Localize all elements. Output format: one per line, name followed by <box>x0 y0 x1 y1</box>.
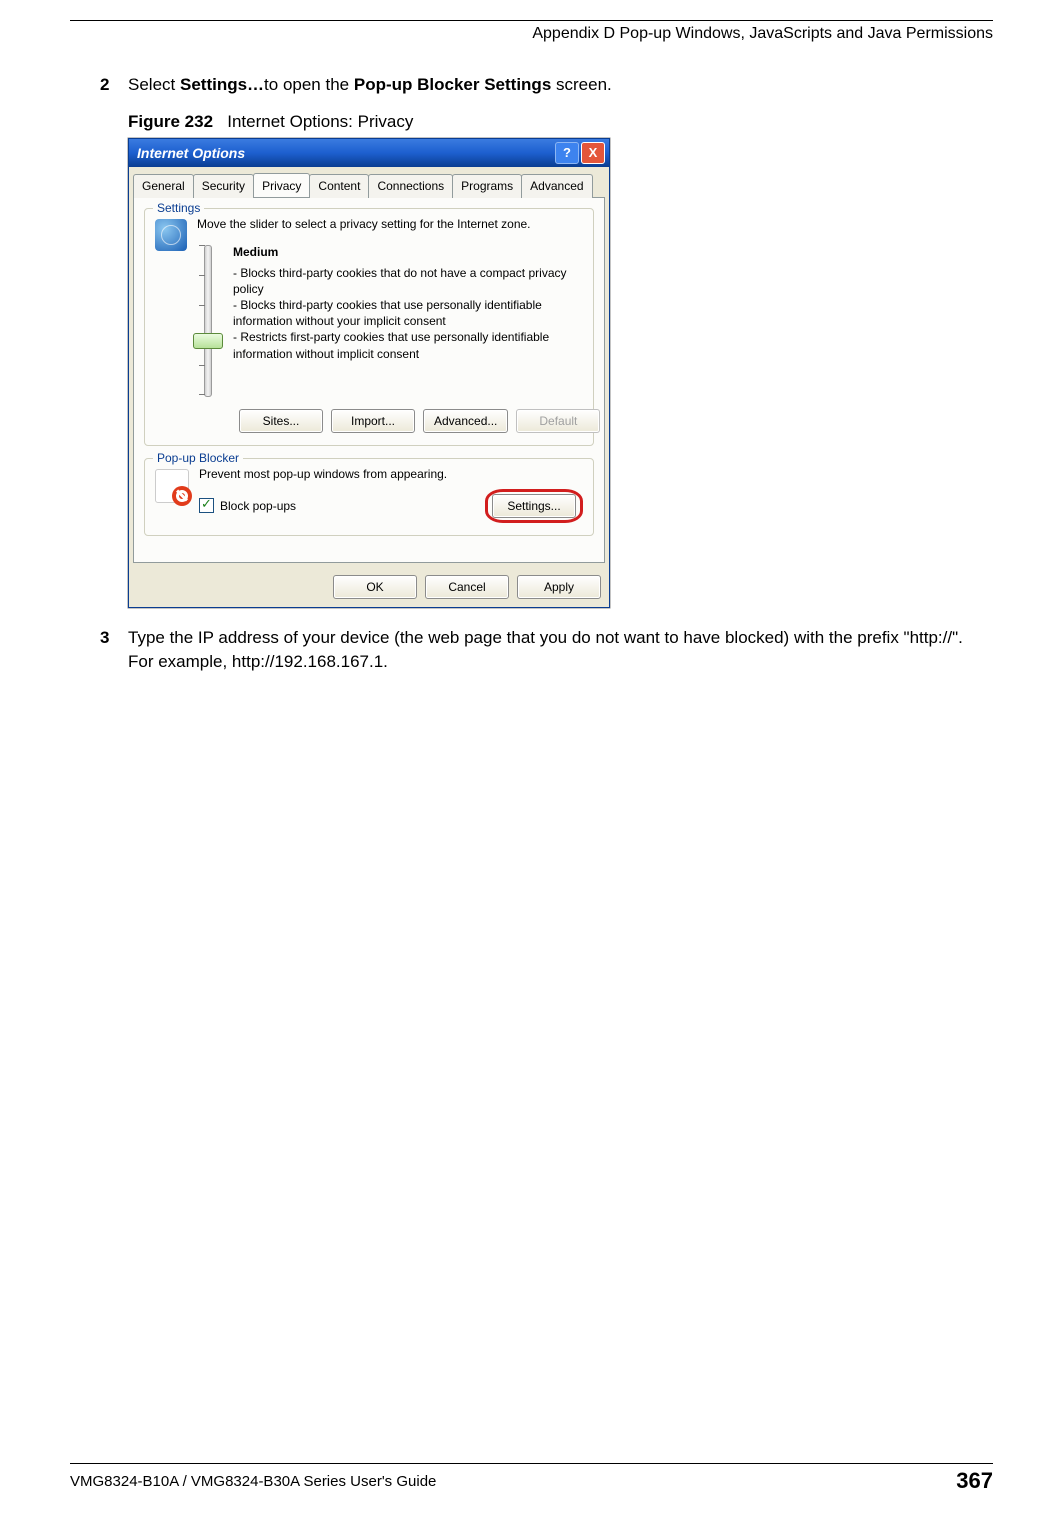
step-2-text-1: Select <box>128 75 180 94</box>
close-button[interactable]: X <box>581 142 605 164</box>
page-footer: VMG8324-B10A / VMG8324-B30A Series User'… <box>70 1463 993 1494</box>
tab-programs[interactable]: Programs <box>452 174 522 198</box>
popup-blocker-icon <box>155 469 189 503</box>
cancel-label: Cancel <box>448 580 485 594</box>
privacy-bullets: - Blocks third-party cookies that do not… <box>233 265 600 362</box>
tab-advanced-label: Advanced <box>530 179 583 193</box>
checkmark-icon: ✓ <box>201 497 212 510</box>
help-button[interactable]: ? <box>555 142 579 164</box>
step-2-body: Select Settings…to open the Pop-up Block… <box>128 73 993 98</box>
tab-general[interactable]: General <box>133 174 194 198</box>
figure-number: Figure 232 <box>128 112 213 131</box>
privacy-slider[interactable] <box>197 245 219 395</box>
slider-track <box>204 245 212 397</box>
step-3-number: 3 <box>100 626 128 651</box>
internet-options-dialog: Internet Options ? X General Security Pr… <box>128 138 610 608</box>
footer-guide-title: VMG8324-B10A / VMG8324-B30A Series User'… <box>70 1473 436 1490</box>
tab-general-label: General <box>142 179 185 193</box>
checkbox-box: ✓ <box>199 498 214 513</box>
footer-rule <box>70 1463 993 1464</box>
popup-settings-label: Settings... <box>507 499 560 513</box>
import-label: Import... <box>351 414 395 428</box>
privacy-bullet-1: - Blocks third-party cookies that do not… <box>233 265 600 297</box>
figure-caption: Figure 232 Internet Options: Privacy <box>128 112 993 132</box>
settings-legend: Settings <box>153 201 204 215</box>
tab-programs-label: Programs <box>461 179 513 193</box>
privacy-bullet-2: - Blocks third-party cookies that use pe… <box>233 297 600 329</box>
tab-privacy-label: Privacy <box>262 179 301 193</box>
close-icon: X <box>589 145 598 160</box>
ok-button[interactable]: OK <box>333 575 417 599</box>
step-3-body: Type the IP address of your device (the … <box>128 626 993 675</box>
tab-content[interactable]: Content <box>309 174 369 198</box>
slider-thumb[interactable] <box>193 333 223 349</box>
privacy-bullet-3: - Restricts first-party cookies that use… <box>233 329 600 361</box>
step-2-number: 2 <box>100 73 128 98</box>
header-appendix-title: Appendix D Pop-up Windows, JavaScripts a… <box>70 25 993 43</box>
footer-page-number: 367 <box>956 1468 993 1494</box>
sites-label: Sites... <box>263 414 300 428</box>
tab-content-label: Content <box>318 179 360 193</box>
figure-title: Internet Options: Privacy <box>227 112 413 131</box>
step-2-bold-1: Settings… <box>180 75 264 94</box>
advanced-button[interactable]: Advanced... <box>423 409 508 433</box>
step-2-text-3: screen. <box>551 75 611 94</box>
dialog-button-row: OK Cancel Apply <box>129 569 609 607</box>
popup-legend: Pop-up Blocker <box>153 451 243 465</box>
tab-security-label: Security <box>202 179 245 193</box>
block-popups-label: Block pop-ups <box>220 499 296 513</box>
tab-advanced[interactable]: Advanced <box>521 174 592 198</box>
tab-privacy[interactable]: Privacy <box>253 173 310 197</box>
popup-description: Prevent most pop-up windows from appeari… <box>199 467 583 481</box>
help-icon: ? <box>563 145 571 160</box>
ok-label: OK <box>366 580 383 594</box>
sites-button[interactable]: Sites... <box>239 409 323 433</box>
default-label: Default <box>539 414 577 428</box>
globe-icon <box>155 219 187 251</box>
step-2-bold-2: Pop-up Blocker Settings <box>354 75 551 94</box>
header-rule <box>70 20 993 21</box>
settings-group: Settings Move the slider to select a pri… <box>144 208 594 446</box>
step-3: 3 Type the IP address of your device (th… <box>100 626 993 675</box>
settings-button-highlight: Settings... <box>485 489 583 523</box>
tab-security[interactable]: Security <box>193 174 254 198</box>
tab-connections[interactable]: Connections <box>368 174 453 198</box>
popup-settings-button[interactable]: Settings... <box>492 494 576 518</box>
settings-description: Move the slider to select a privacy sett… <box>197 217 600 231</box>
tabstrip: General Security Privacy Content Connect… <box>129 167 609 197</box>
dialog-titlebar[interactable]: Internet Options ? X <box>129 139 609 167</box>
apply-label: Apply <box>544 580 574 594</box>
privacy-tab-panel: Settings Move the slider to select a pri… <box>133 197 605 563</box>
import-button[interactable]: Import... <box>331 409 415 433</box>
privacy-level: Medium <box>233 245 600 259</box>
step-2: 2 Select Settings…to open the Pop-up Blo… <box>100 73 993 98</box>
cancel-button[interactable]: Cancel <box>425 575 509 599</box>
dialog-title: Internet Options <box>137 145 245 161</box>
apply-button[interactable]: Apply <box>517 575 601 599</box>
tab-connections-label: Connections <box>377 179 444 193</box>
step-2-text-2: to open the <box>264 75 354 94</box>
default-button: Default <box>516 409 600 433</box>
popup-blocker-group: Pop-up Blocker Prevent most pop-up windo… <box>144 458 594 536</box>
advanced-label: Advanced... <box>434 414 497 428</box>
block-popups-checkbox[interactable]: ✓ Block pop-ups <box>199 498 296 513</box>
